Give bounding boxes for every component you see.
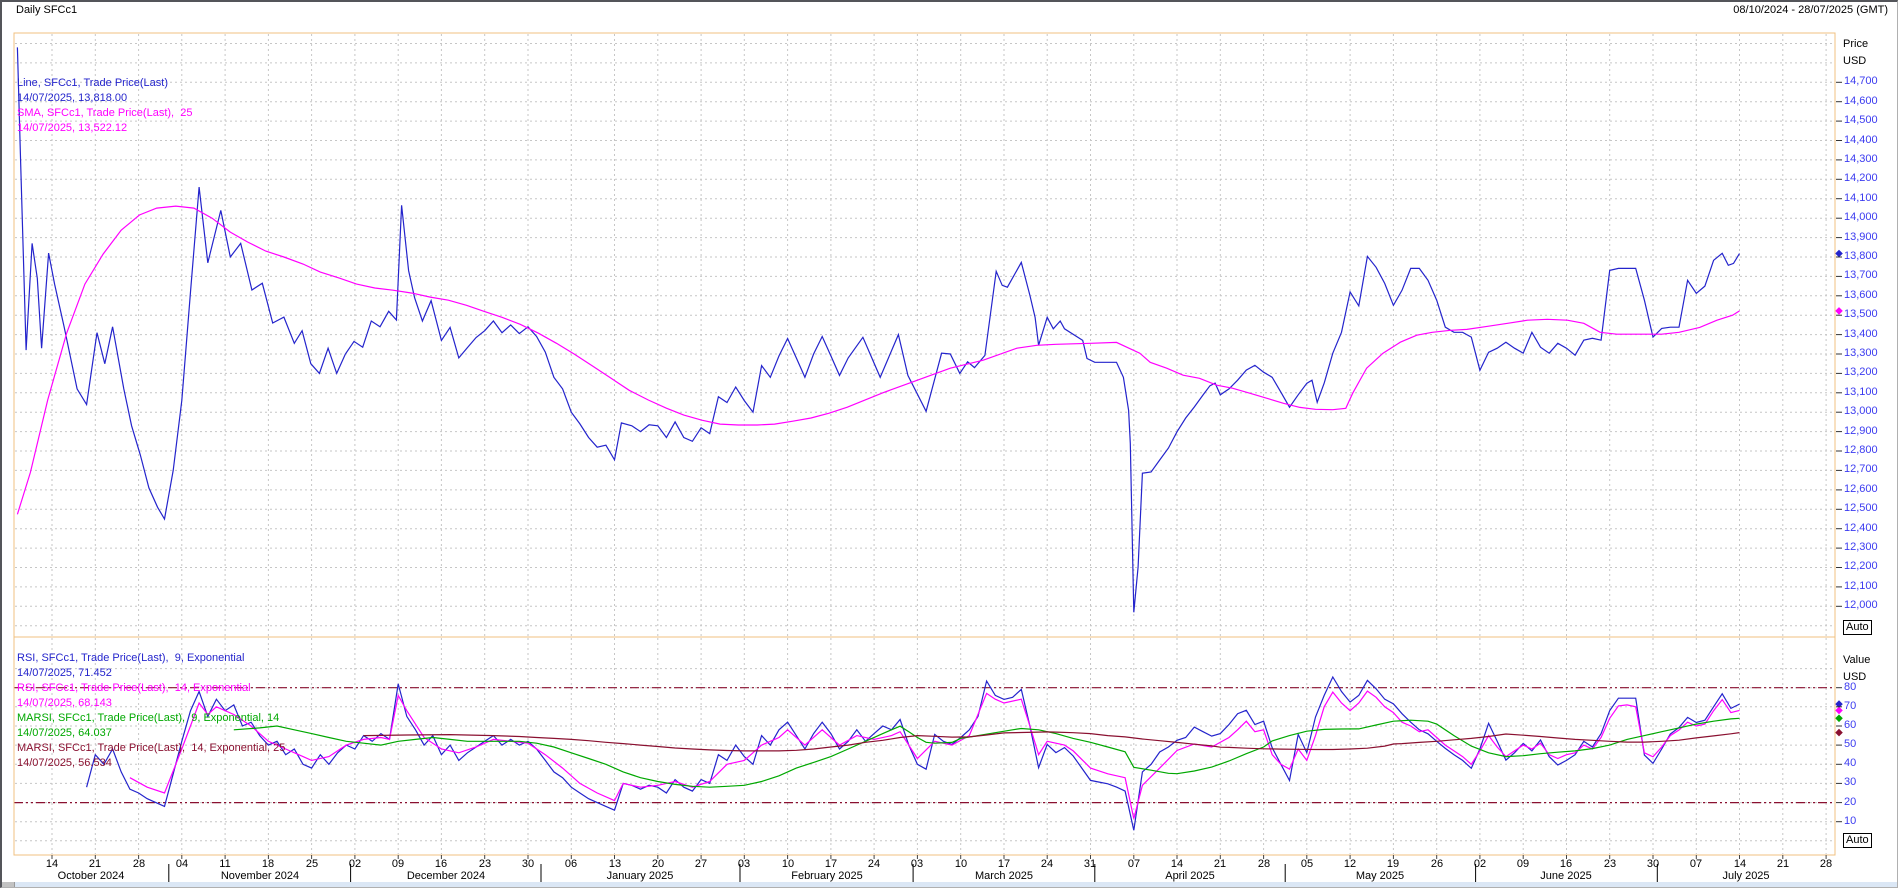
date-tick-label: 27 <box>695 858 707 871</box>
price-tick-label: 12,200 <box>1844 560 1878 573</box>
price-tick-label: 14,500 <box>1844 114 1878 127</box>
rsi-legend-row[interactable]: 14/07/2025, 56.534 <box>17 756 112 771</box>
price-tick-label: 12,800 <box>1844 444 1878 457</box>
price-tick-label: 12,400 <box>1844 522 1878 535</box>
price-tick-label: 12,000 <box>1844 599 1878 612</box>
date-tick-label: 02 <box>349 858 361 871</box>
price-tick-label: 13,700 <box>1844 269 1878 282</box>
price-tick-label: 14,600 <box>1844 95 1878 108</box>
rsi-last-value-marker <box>1835 707 1843 715</box>
price-last-value-marker <box>1835 250 1843 258</box>
price-tick-label: 13,600 <box>1844 289 1878 302</box>
price-tick-label: 12,300 <box>1844 541 1878 554</box>
price-tick-label: 12,600 <box>1844 483 1878 496</box>
date-tick-label: 09 <box>392 858 404 871</box>
price-tick-label: 14,100 <box>1844 192 1878 205</box>
price-legend-row[interactable]: 14/07/2025, 13,818.00 <box>17 91 127 106</box>
rsi-last-value-marker <box>1835 729 1843 737</box>
date-tick-label: 28 <box>133 858 145 871</box>
rsi-legend-row[interactable]: RSI, SFCc1, Trade Price(Last), 14, Expon… <box>17 681 251 696</box>
date-tick-label: 07 <box>1690 858 1702 871</box>
date-tick-label: 28 <box>1258 858 1270 871</box>
price-axis-title: Price <box>1843 38 1868 50</box>
rsi-tick-label: 20 <box>1844 796 1856 809</box>
price-tick-label: 14,700 <box>1844 75 1878 88</box>
rsi-plot-area[interactable] <box>14 637 1835 855</box>
date-tick-label: 04 <box>176 858 188 871</box>
date-tick-label: 03 <box>738 858 750 871</box>
price-tick-label: 13,200 <box>1844 366 1878 379</box>
date-tick-label: 06 <box>565 858 577 871</box>
price-tick-label: 13,800 <box>1844 250 1878 263</box>
price-tick-label: 14,300 <box>1844 153 1878 166</box>
price-tick-label: 14,200 <box>1844 172 1878 185</box>
price-last-value-marker <box>1835 307 1843 315</box>
price-legend-row[interactable]: 14/07/2025, 13,522.12 <box>17 121 127 136</box>
date-tick-label: 30 <box>522 858 534 871</box>
price-tick-label: 12,500 <box>1844 502 1878 515</box>
rsi-tick-label: 80 <box>1844 681 1856 694</box>
date-tick-label: 10 <box>955 858 967 871</box>
rsi-legend-row[interactable]: 14/07/2025, 68.143 <box>17 696 112 711</box>
date-tick-label: 30 <box>1647 858 1659 871</box>
rsi-legend-row[interactable]: MARSI, SFCc1, Trade Price(Last), 9, Expo… <box>17 711 279 726</box>
date-tick-label: 07 <box>1128 858 1140 871</box>
window-title: Daily SFCc1 <box>16 4 77 16</box>
date-tick-label: 28 <box>1820 858 1832 871</box>
date-tick-label: 14 <box>46 858 58 871</box>
rsi-tick-label: 10 <box>1844 815 1856 828</box>
date-tick-label: 12 <box>1344 858 1356 871</box>
rsi-legend-row[interactable]: MARSI, SFCc1, Trade Price(Last), 14, Exp… <box>17 741 285 756</box>
date-tick-label: 05 <box>1301 858 1313 871</box>
price-tick-label: 13,400 <box>1844 328 1878 341</box>
rsi-tick-label: 70 <box>1844 700 1856 713</box>
scrollbar-left-handle[interactable] <box>0 882 15 887</box>
date-tick-label: 31 <box>1084 858 1096 871</box>
date-tick-label: 03 <box>911 858 923 871</box>
rsi-tick-label: 60 <box>1844 719 1856 732</box>
price-tick-label: 12,900 <box>1844 425 1878 438</box>
horizontal-scrollbar[interactable] <box>0 882 1898 887</box>
price-tick-label: 12,100 <box>1844 580 1878 593</box>
rsi-axis-title: Value <box>1843 654 1870 666</box>
price-tick-label: 13,100 <box>1844 386 1878 399</box>
rsi-auto-scale-button[interactable]: Auto <box>1843 833 1872 848</box>
price-legend-row[interactable]: SMA, SFCc1, Trade Price(Last), 25 <box>17 106 192 121</box>
chart-window: Daily SFCc1 08/10/2024 - 28/07/2025 (GMT… <box>0 0 1898 888</box>
rsi-legend-row[interactable]: 14/07/2025, 71.452 <box>17 666 112 681</box>
price-auto-scale-button[interactable]: Auto <box>1843 620 1872 635</box>
date-tick-label: 24 <box>868 858 880 871</box>
date-tick-label: 25 <box>306 858 318 871</box>
date-tick-label: 26 <box>1431 858 1443 871</box>
date-range-label: 08/10/2024 - 28/07/2025 (GMT) <box>1733 4 1888 16</box>
rsi-tick-label: 40 <box>1844 757 1856 770</box>
price-legend-row[interactable]: Line, SFCc1, Trade Price(Last) <box>17 76 168 91</box>
price-tick-label: 12,700 <box>1844 463 1878 476</box>
date-tick-label: 21 <box>1777 858 1789 871</box>
price-axis-unit: USD <box>1843 55 1866 67</box>
rsi-last-value-marker <box>1835 715 1843 723</box>
date-tick-label: 02 <box>1474 858 1486 871</box>
rsi-tick-label: 30 <box>1844 776 1856 789</box>
rsi-tick-label: 50 <box>1844 738 1856 751</box>
date-tick-label: 24 <box>1041 858 1053 871</box>
date-tick-label: 09 <box>1517 858 1529 871</box>
rsi-legend-row[interactable]: RSI, SFCc1, Trade Price(Last), 9, Expone… <box>17 651 244 666</box>
price-tick-label: 13,000 <box>1844 405 1878 418</box>
price-tick-label: 14,400 <box>1844 134 1878 147</box>
price-tick-label: 13,300 <box>1844 347 1878 360</box>
rsi-legend-row[interactable]: 14/07/2025, 64.037 <box>17 726 112 741</box>
date-tick-label: 23 <box>1604 858 1616 871</box>
price-tick-label: 13,900 <box>1844 231 1878 244</box>
price-tick-label: 14,000 <box>1844 211 1878 224</box>
date-tick-label: 21 <box>1214 858 1226 871</box>
price-plot-area[interactable] <box>14 33 1835 637</box>
price-tick-label: 13,500 <box>1844 308 1878 321</box>
